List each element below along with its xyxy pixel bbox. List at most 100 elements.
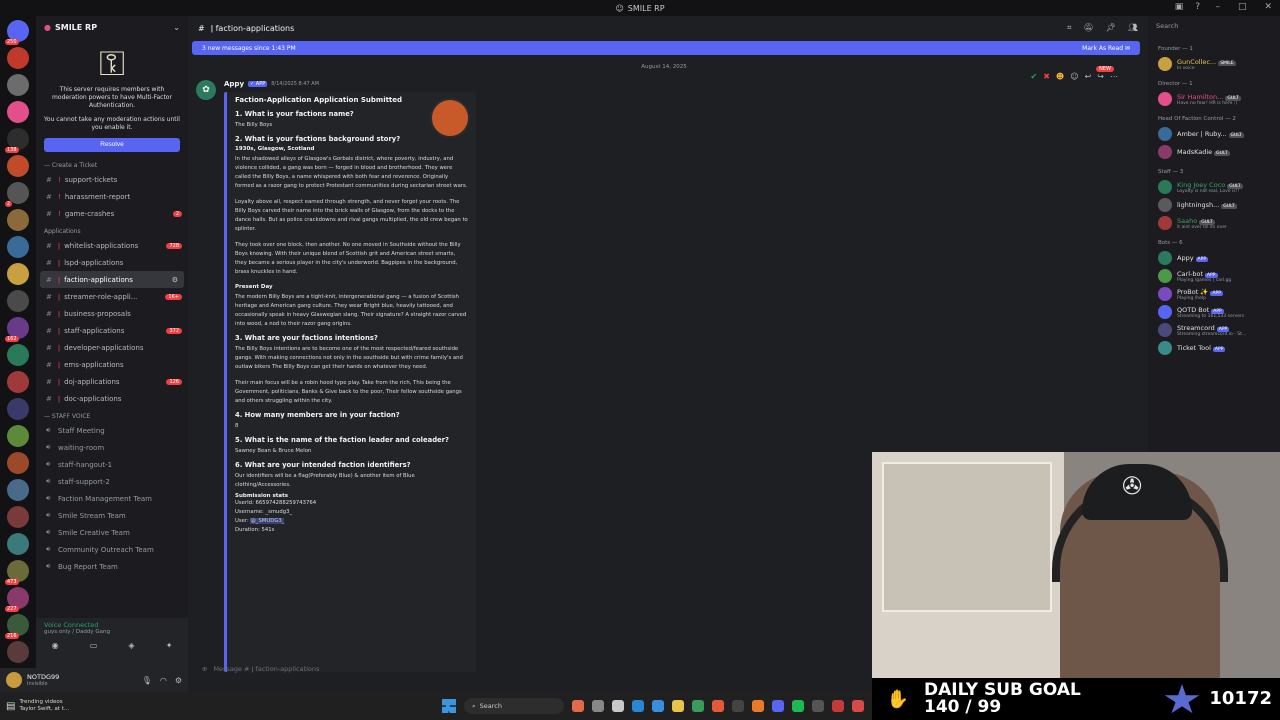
channel-item[interactable]: # ǀ streamer-role-appli... 1K+ (36, 288, 188, 305)
close-button[interactable]: ✕ (1264, 2, 1272, 12)
help-icon[interactable]: ? (1195, 2, 1200, 12)
gear-icon[interactable]: ⚙ (175, 676, 182, 685)
server-icon[interactable] (7, 533, 29, 555)
member-item[interactable]: ProBot ✨ APP Playing /help (1148, 285, 1280, 303)
app-icon[interactable] (852, 700, 864, 712)
user-mention[interactable]: @_SMUDG3_ (250, 518, 285, 524)
screen-share-icon[interactable]: ▭ (90, 641, 98, 650)
app-icon[interactable] (572, 700, 584, 712)
server-icon[interactable]: 138 (5, 128, 29, 153)
server-icon[interactable] (7, 425, 29, 447)
server-icon[interactable]: 227 (5, 587, 29, 612)
emoji-icon[interactable]: ☻ (1056, 72, 1064, 81)
spotify-icon[interactable] (792, 700, 804, 712)
app-icon[interactable] (732, 700, 744, 712)
pin-icon[interactable]: 📌︎ (1106, 23, 1116, 33)
channel-item[interactable]: #! game-crashes 2 (36, 205, 188, 222)
member-item[interactable]: Amber | Ruby... GULT (1148, 125, 1280, 143)
discord-icon[interactable] (772, 700, 784, 712)
channel-item[interactable]: # ǀ ems-applications (36, 356, 188, 373)
taskbar-search[interactable]: ⌕ Search (464, 698, 564, 714)
search-input[interactable]: Search (1154, 20, 1274, 34)
app-icon[interactable] (752, 700, 764, 712)
soundboard-icon[interactable]: ✦ (166, 641, 173, 650)
camera-icon[interactable]: ◉ (52, 641, 59, 650)
channel-item[interactable]: # ǀ staff-applications 372 (36, 322, 188, 339)
member-item[interactable]: Ticket Tool APP (1148, 339, 1280, 357)
server-icon[interactable]: 473 (5, 560, 29, 585)
server-icon[interactable] (7, 236, 29, 258)
voice-status[interactable]: Voice Connected (36, 618, 188, 629)
plus-icon[interactable]: ⊕ (202, 665, 207, 673)
member-item[interactable]: Sir Hamilton... GULT Have no fear! HR is h… (1148, 90, 1280, 108)
server-icon[interactable] (7, 398, 29, 420)
app-icon[interactable] (812, 700, 824, 712)
reaction-icon[interactable]: ☺ (1070, 72, 1078, 81)
server-icon[interactable] (7, 641, 29, 663)
forward-icon[interactable]: ↪ (1097, 72, 1104, 81)
server-icon[interactable] (7, 344, 29, 366)
app-icon[interactable] (712, 700, 724, 712)
voice-channel[interactable]: 🔊︎ Bug Report Team (36, 558, 188, 575)
server-icon[interactable] (7, 101, 29, 123)
member-item[interactable]: MadsKadie GULT (1148, 143, 1280, 161)
server-icon[interactable] (7, 452, 29, 474)
channel-item[interactable]: # ǀ developer-applications (36, 339, 188, 356)
voice-channel[interactable]: 🔊︎ Faction Management Team (36, 490, 188, 507)
server-icon[interactable]: 250 (5, 20, 29, 45)
chrome-icon[interactable] (652, 700, 664, 712)
server-icon[interactable]: 2 (5, 182, 29, 207)
member-item[interactable]: lightningsh... GULT (1148, 196, 1280, 214)
app-icon[interactable] (612, 700, 624, 712)
author-name[interactable]: Appy (224, 80, 244, 88)
member-item[interactable]: QOTD Bot APP Streaming to 161,533 servers (1148, 303, 1280, 321)
member-item[interactable]: King Joey Coco GULT Loyalty is not real, L… (1148, 178, 1280, 196)
server-icon[interactable] (7, 47, 29, 69)
headphones-icon[interactable]: ◠ (160, 676, 167, 685)
server-icon[interactable]: 162 (5, 317, 29, 342)
member-list-icon[interactable]: 👥︎ (1128, 23, 1138, 33)
member-item[interactable]: Appy APP (1148, 249, 1280, 267)
server-icon[interactable] (7, 479, 29, 501)
server-icon[interactable] (7, 155, 29, 177)
inbox-icon[interactable]: ▣ (1175, 2, 1184, 12)
voice-channel[interactable]: 🔊︎ Smile Creative Team (36, 524, 188, 541)
resolve-button[interactable]: Resolve (44, 138, 180, 152)
microphone-icon[interactable]: 🎙︎ (142, 676, 152, 685)
author-avatar[interactable]: ✿ (196, 80, 216, 100)
category-applications[interactable]: Applications (36, 222, 188, 237)
server-icon[interactable] (7, 263, 29, 285)
category-staff-voice[interactable]: — STAFF VOICE (36, 407, 188, 422)
minimize-button[interactable]: – (1215, 2, 1220, 12)
start-button[interactable] (442, 699, 456, 713)
channel-item[interactable]: # ǀ faction-applications ⚙ (40, 271, 184, 288)
member-item[interactable]: Streamcord APP Streaming streamcord.io - S… (1148, 321, 1280, 339)
trending-widget[interactable]: ▤ Trending videos Taylor Swift, at t... (0, 699, 69, 713)
server-icon[interactable] (7, 506, 29, 528)
channel-item[interactable]: # ǀ doc-applications (36, 390, 188, 407)
voice-channel[interactable]: 🔊︎ Community Outreach Team (36, 541, 188, 558)
server-header[interactable]: ● SMILE RP ⌄ (36, 16, 188, 38)
app-icon[interactable] (692, 700, 704, 712)
channel-item[interactable]: #! harassment-report (36, 188, 188, 205)
check-icon[interactable]: ✔ (1031, 72, 1038, 81)
server-icon[interactable] (7, 209, 29, 231)
threads-icon[interactable]: ⌗ (1067, 23, 1072, 33)
channel-item[interactable]: # ǀ whitelist-applications 728 (36, 237, 188, 254)
member-item[interactable]: GunCollec... SMILE In voice (1148, 55, 1280, 73)
server-icon[interactable] (7, 74, 29, 96)
member-item[interactable]: Saaho GULT it aint over till its over (1148, 214, 1280, 232)
activity-icon[interactable]: ◈ (128, 641, 134, 650)
server-icon[interactable] (7, 290, 29, 312)
voice-channel[interactable]: 🔊︎ Smile Stream Team (36, 507, 188, 524)
cross-icon[interactable]: ✖ (1043, 72, 1050, 81)
voice-channel[interactable]: 🔊︎ staff-hangout-1 (36, 456, 188, 473)
member-item[interactable]: Carl-bot APP Playing /games | carl.gg (1148, 267, 1280, 285)
notification-icon[interactable]: 🔕︎ (1084, 23, 1094, 33)
app-icon[interactable] (832, 700, 844, 712)
channel-settings-icon[interactable]: ⚙ (172, 276, 178, 284)
channel-item[interactable]: # ǀ business-proposals (36, 305, 188, 322)
reply-icon[interactable]: ↩ (1085, 72, 1092, 81)
mark-as-read-button[interactable]: Mark As Read ✉ (1082, 45, 1130, 52)
category-create-ticket[interactable]: — Create a Ticket (36, 156, 188, 171)
